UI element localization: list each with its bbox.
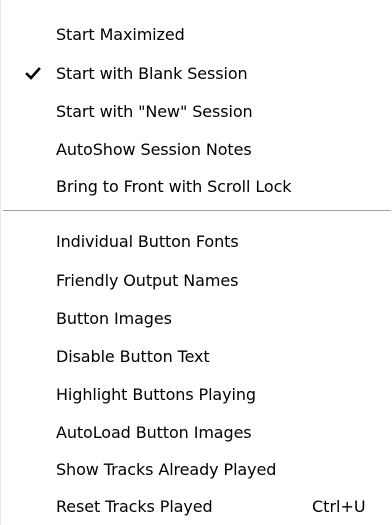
menu-item-label: Start with Blank Session — [56, 63, 248, 83]
menu-item-label: Individual Button Fonts — [56, 231, 239, 251]
menu-item-bring-to-front-scroll-lock[interactable]: Bring to Front with Scroll Lock — [1, 169, 392, 204]
menu-item-label: AutoLoad Button Images — [56, 422, 252, 442]
menu-item-label: Start Maximized — [56, 24, 185, 44]
menu-item-autoshow-session-notes[interactable]: AutoShow Session Notes — [1, 132, 392, 167]
menu-item-label: Reset Tracks Played — [56, 496, 213, 516]
menu-item-friendly-output-names[interactable]: Friendly Output Names — [1, 263, 392, 298]
menu-item-reset-tracks-played[interactable]: Reset Tracks Played Ctrl+U — [1, 489, 392, 524]
context-menu: Start Maximized Start with Blank Session… — [0, 0, 392, 525]
menu-item-button-images[interactable]: Button Images — [1, 301, 392, 336]
menu-item-start-maximized[interactable]: Start Maximized — [1, 17, 392, 52]
menu-item-label: Disable Button Text — [56, 346, 210, 366]
menu-item-label: Highlight Buttons Playing — [56, 384, 256, 404]
menu-item-start-with-new-session[interactable]: Start with "New" Session — [1, 94, 392, 129]
menu-item-label: Button Images — [56, 308, 172, 328]
menu-item-autoload-button-images[interactable]: AutoLoad Button Images — [1, 415, 392, 450]
menu-item-label: Start with "New" Session — [56, 101, 253, 121]
menu-item-label: Show Tracks Already Played — [56, 459, 277, 479]
menu-item-highlight-buttons-playing[interactable]: Highlight Buttons Playing — [1, 377, 392, 412]
menu-item-start-with-blank-session[interactable]: Start with Blank Session — [1, 56, 392, 91]
menu-item-label: AutoShow Session Notes — [56, 139, 252, 159]
menu-item-show-tracks-already-played[interactable]: Show Tracks Already Played — [1, 452, 392, 487]
menu-item-disable-button-text[interactable]: Disable Button Text — [1, 339, 392, 374]
menu-item-label: Friendly Output Names — [56, 270, 239, 290]
checkmark-icon — [25, 66, 41, 80]
menu-separator — [3, 210, 391, 212]
menu-item-label: Bring to Front with Scroll Lock — [56, 176, 292, 196]
menu-item-individual-button-fonts[interactable]: Individual Button Fonts — [1, 224, 392, 259]
menu-item-shortcut: Ctrl+U — [312, 496, 366, 516]
